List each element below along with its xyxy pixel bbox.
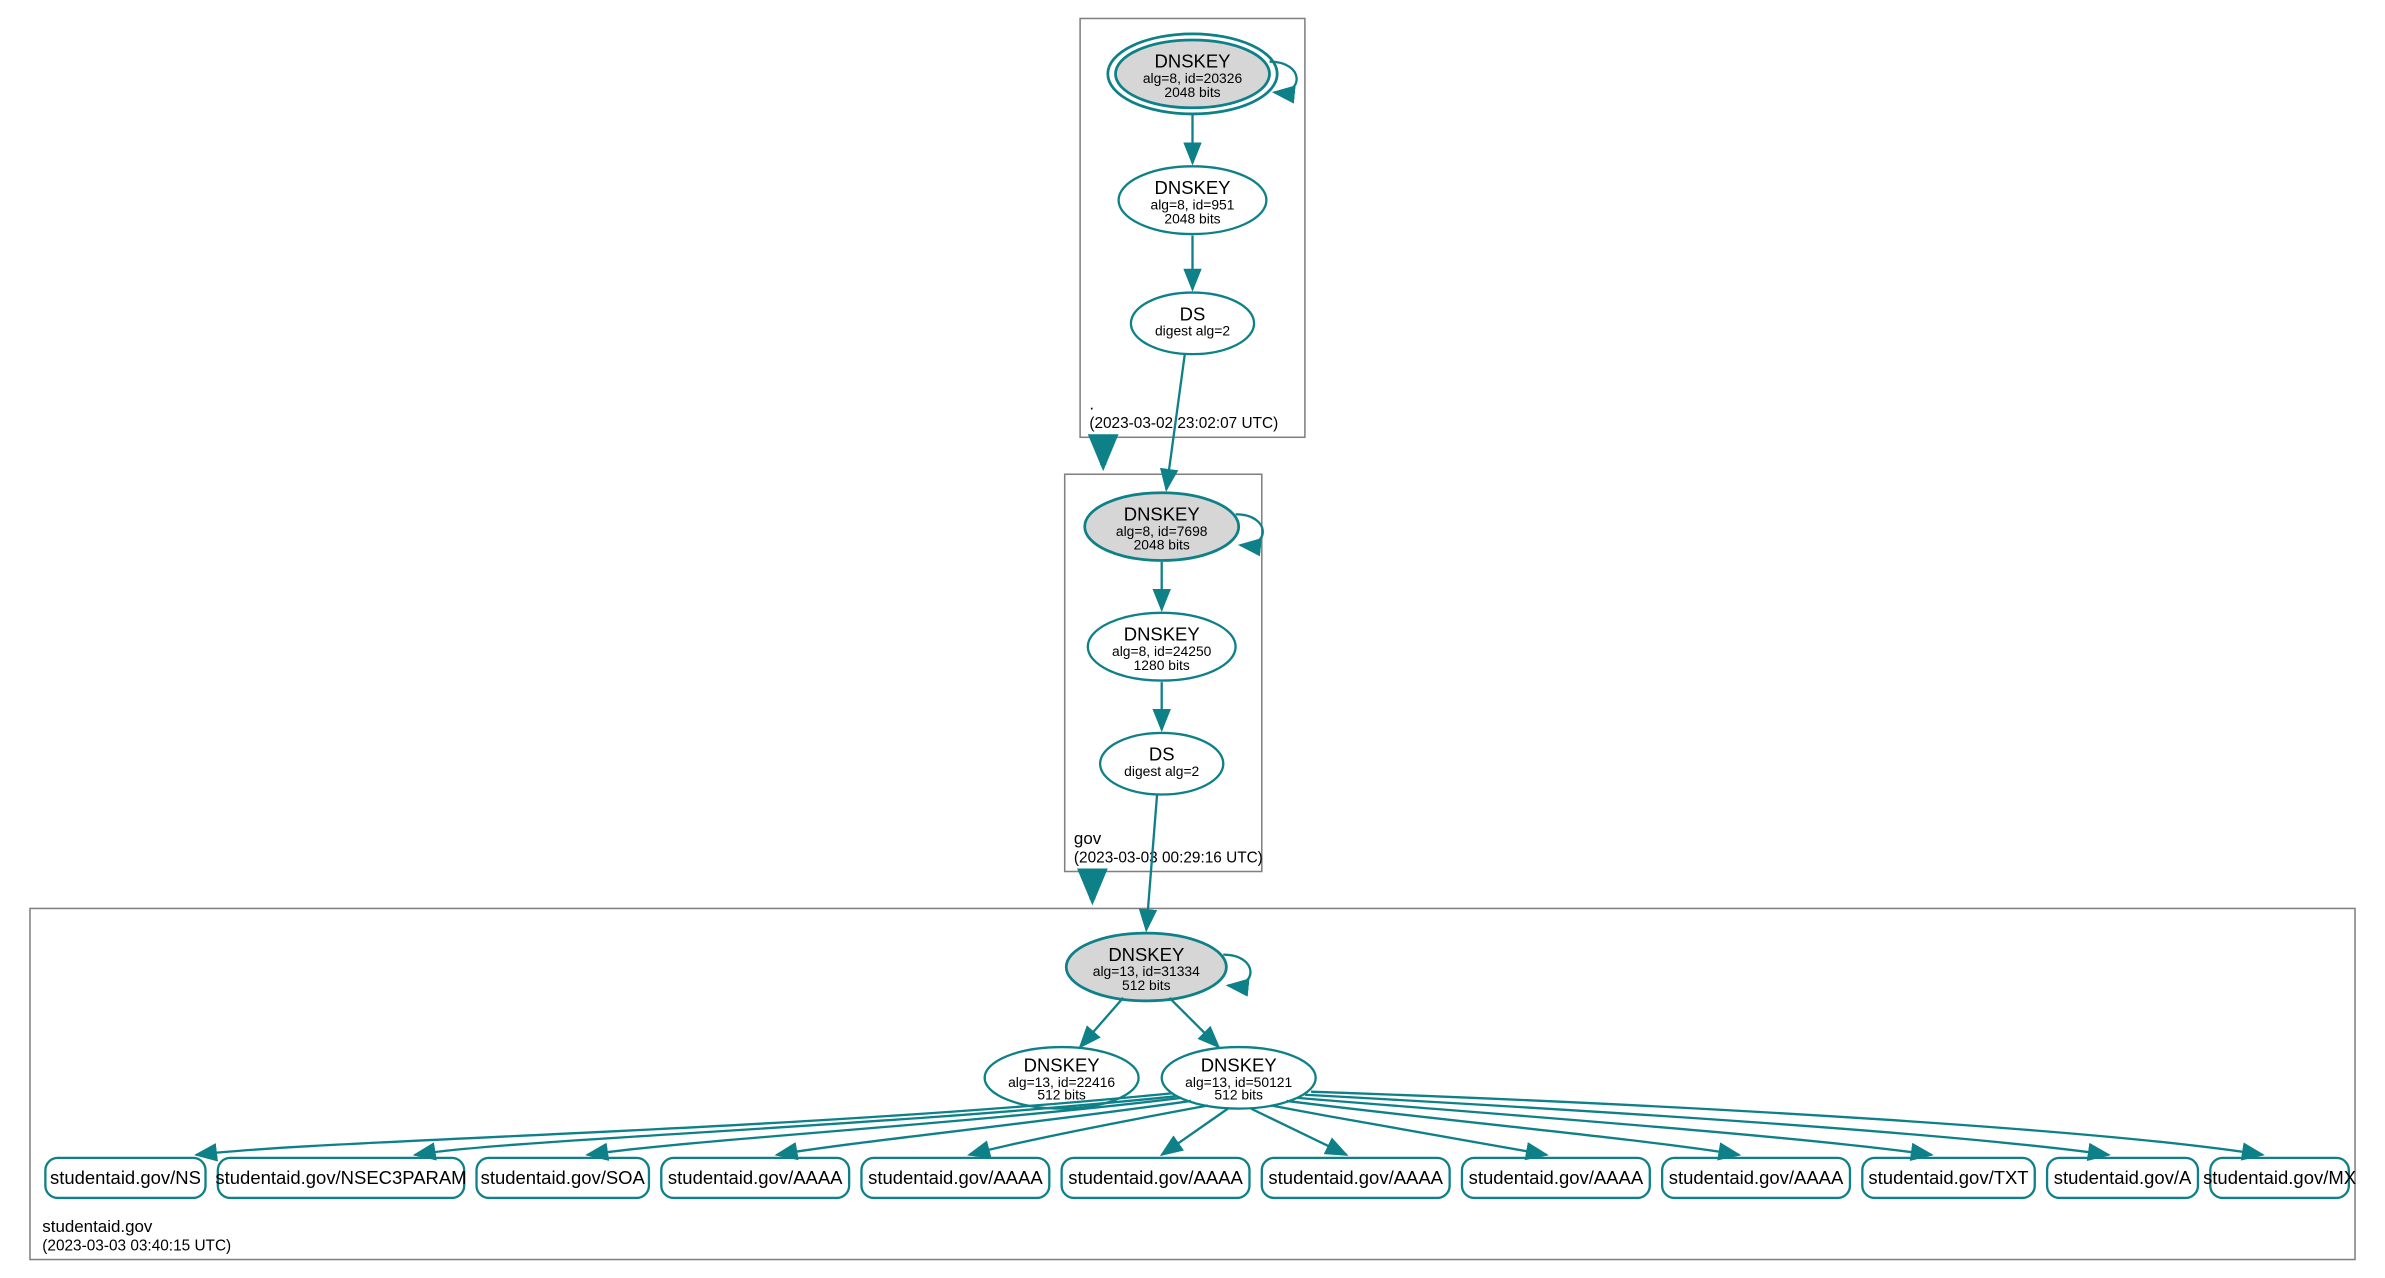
node-root-ksk: DNSKEY alg=8, id=20326 2048 bits (1108, 34, 1277, 114)
svg-text:studentaid.gov/AAAA: studentaid.gov/AAAA (1268, 1167, 1443, 1188)
svg-text:512 bits: 512 bits (1037, 1086, 1086, 1102)
node-sa-ksk: DNSKEY alg=13, id=31334 512 bits (1066, 933, 1226, 1001)
rr-aaaa-4: studentaid.gov/AAAA (1262, 1158, 1450, 1198)
svg-text:2048 bits: 2048 bits (1164, 84, 1220, 100)
zone-gov-label: gov (1074, 829, 1102, 848)
svg-text:1280 bits: 1280 bits (1134, 657, 1190, 673)
zone-studentaid-label: studentaid.gov (42, 1217, 153, 1236)
edge-sa-ksk-zsk1 (1080, 998, 1123, 1047)
svg-text:studentaid.gov/AAAA: studentaid.gov/AAAA (668, 1167, 843, 1188)
rr-aaaa-6: studentaid.gov/AAAA (1662, 1158, 1850, 1198)
node-gov-ds: DS digest alg=2 (1100, 733, 1223, 795)
svg-text:DNSKEY: DNSKEY (1155, 51, 1231, 72)
svg-text:studentaid.gov/SOA: studentaid.gov/SOA (481, 1167, 646, 1188)
zone-studentaid-timestamp: (2023-03-03 03:40:15 UTC) (42, 1237, 231, 1254)
svg-text:studentaid.gov/MX: studentaid.gov/MX (2203, 1167, 2356, 1188)
svg-text:DNSKEY: DNSKEY (1024, 1055, 1100, 1076)
svg-text:DS: DS (1180, 303, 1206, 324)
svg-text:studentaid.gov/AAAA: studentaid.gov/AAAA (868, 1167, 1043, 1188)
edge-sa-ksk-zsk2 (1169, 998, 1218, 1047)
zone-root: . (2023-03-02 23:02:07 UTC) DNSKEY alg=8… (1080, 18, 1305, 437)
node-sa-zsk2: DNSKEY alg=13, id=50121 512 bits (1162, 1047, 1316, 1109)
rr-aaaa-2: studentaid.gov/AAAA (861, 1158, 1049, 1198)
svg-text:studentaid.gov/AAAA: studentaid.gov/AAAA (1669, 1167, 1844, 1188)
zone-gov-timestamp: (2023-03-03 00:29:16 UTC) (1074, 849, 1263, 866)
svg-text:studentaid.gov/A: studentaid.gov/A (2054, 1167, 2192, 1188)
node-gov-ksk: DNSKEY alg=8, id=7698 2048 bits (1085, 493, 1239, 561)
zone-root-timestamp: (2023-03-02 23:02:07 UTC) (1089, 415, 1278, 432)
svg-text:2048 bits: 2048 bits (1134, 537, 1190, 553)
rr-aaaa-1: studentaid.gov/AAAA (661, 1158, 849, 1198)
rr-mx: studentaid.gov/MX (2203, 1158, 2356, 1198)
rr-soa: studentaid.gov/SOA (477, 1158, 649, 1198)
svg-text:DNSKEY: DNSKEY (1108, 944, 1184, 965)
rr-txt: studentaid.gov/TXT (1862, 1158, 2034, 1198)
rr-a: studentaid.gov/A (2047, 1158, 2198, 1198)
node-gov-zsk: DNSKEY alg=8, id=24250 1280 bits (1088, 613, 1236, 681)
svg-text:studentaid.gov/NSEC3PARAM: studentaid.gov/NSEC3PARAM (215, 1167, 466, 1188)
svg-text:DNSKEY: DNSKEY (1124, 624, 1200, 645)
svg-text:digest alg=2: digest alg=2 (1155, 323, 1230, 339)
svg-text:DS: DS (1149, 744, 1175, 765)
svg-text:DNSKEY: DNSKEY (1155, 177, 1231, 198)
svg-text:DNSKEY: DNSKEY (1201, 1055, 1277, 1076)
svg-text:512 bits: 512 bits (1214, 1086, 1263, 1102)
svg-text:studentaid.gov/AAAA: studentaid.gov/AAAA (1068, 1167, 1243, 1188)
svg-text:2048 bits: 2048 bits (1164, 210, 1220, 226)
svg-text:digest alg=2: digest alg=2 (1124, 763, 1199, 779)
rr-aaaa-3: studentaid.gov/AAAA (1062, 1158, 1250, 1198)
svg-text:512 bits: 512 bits (1122, 977, 1171, 993)
dnssec-graph: . (2023-03-02 23:02:07 UTC) DNSKEY alg=8… (0, 0, 2385, 1278)
svg-text:studentaid.gov/AAAA: studentaid.gov/AAAA (1469, 1167, 1644, 1188)
svg-text:studentaid.gov/NS: studentaid.gov/NS (50, 1167, 201, 1188)
svg-text:studentaid.gov/TXT: studentaid.gov/TXT (1868, 1167, 2028, 1188)
rr-ns: studentaid.gov/NS (45, 1158, 205, 1198)
svg-text:DNSKEY: DNSKEY (1124, 503, 1200, 524)
node-root-ds: DS digest alg=2 (1131, 293, 1254, 355)
node-root-zsk: DNSKEY alg=8, id=951 2048 bits (1119, 166, 1267, 234)
rr-aaaa-5: studentaid.gov/AAAA (1462, 1158, 1650, 1198)
rr-nsec3param: studentaid.gov/NSEC3PARAM (215, 1158, 466, 1198)
zone-root-label: . (1089, 395, 1094, 414)
rr-row: studentaid.gov/NS studentaid.gov/NSEC3PA… (45, 1158, 2356, 1198)
